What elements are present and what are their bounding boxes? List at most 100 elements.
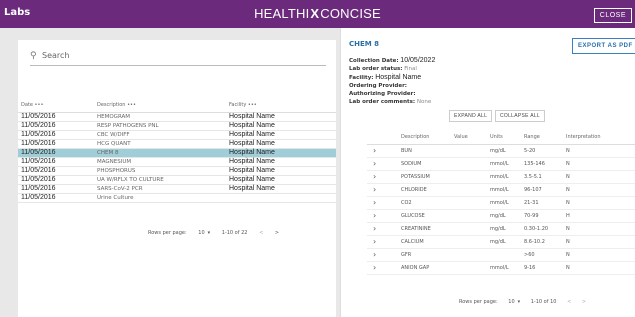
table-row[interactable]: 11/05/2016 SARS-CoV-2 PCR Hospital Name: [18, 184, 336, 194]
labs-list-card: ⚲ Date ••• Description ••• Facility ••• …: [18, 40, 336, 317]
expand-chevron-icon[interactable]: ›: [367, 222, 401, 236]
result-value-cell: [454, 144, 490, 158]
lab-date-cell: 11/05/2016: [18, 148, 94, 158]
result-description-cell: GLUCOSE: [401, 209, 454, 223]
search-icon: ⚲: [30, 51, 37, 61]
result-row[interactable]: › BUN mg/dL 5-20 N: [367, 144, 635, 158]
table-row[interactable]: 11/05/2016 CHEM 8 Hospital Name: [18, 148, 336, 158]
result-description-cell: POTASSIUM: [401, 170, 454, 184]
lab-facility-cell: Hospital Name: [226, 112, 336, 122]
result-row[interactable]: › POTASSIUM mmol/L 3.5-5.1 N: [367, 170, 635, 184]
lab-facility-cell: Hospital Name: [226, 121, 336, 131]
result-description-cell: CREATININE: [401, 222, 454, 236]
export-pdf-button[interactable]: EXPORT AS PDF: [572, 38, 635, 54]
result-value-cell: [454, 196, 490, 210]
table-row[interactable]: 11/05/2016 HEMOGRAM Hospital Name: [18, 112, 336, 122]
expand-all-button[interactable]: EXPAND ALL: [449, 110, 493, 122]
close-button[interactable]: CLOSE: [593, 8, 632, 23]
table-row[interactable]: 11/05/2016 CBC W/DIFF Hospital Name: [18, 130, 336, 140]
result-units-cell: mmol/L: [490, 170, 524, 184]
result-interpretation-cell: N: [566, 222, 635, 236]
result-value-cell: [454, 261, 490, 275]
table-row[interactable]: 11/05/2016 MAGNESIUM Hospital Name: [18, 157, 336, 167]
result-range-cell: 9-16: [524, 261, 566, 275]
search-input[interactable]: [42, 51, 312, 60]
next-page-button[interactable]: >: [275, 230, 279, 236]
rows-per-page-label: Rows per page:: [148, 230, 187, 236]
lab-date-cell: 11/05/2016: [18, 139, 94, 149]
table-row[interactable]: 11/05/2016 PHOSPHORUS Hospital Name: [18, 166, 336, 176]
rows-per-page-select[interactable]: 10 ▾: [198, 230, 210, 236]
result-range-cell: 3.5-5.1: [524, 170, 566, 184]
lab-date-cell: 11/05/2016: [18, 130, 94, 140]
next-page-button[interactable]: >: [582, 299, 586, 305]
result-units-cell: [490, 248, 524, 262]
table-row[interactable]: 11/05/2016 HCG QUANT Hospital Name: [18, 139, 336, 149]
rows-per-page-label: Rows per page:: [459, 299, 498, 305]
result-description-cell: CO2: [401, 196, 454, 210]
result-units-cell: mmol/L: [490, 183, 524, 197]
expand-chevron-icon[interactable]: ›: [367, 235, 401, 249]
result-description-cell: GFR: [401, 248, 454, 262]
date-column-header[interactable]: Date •••: [18, 98, 94, 113]
table-row[interactable]: 11/05/2016 UA W/RFLX TO CULTURE Hospital N…: [18, 175, 336, 185]
prev-page-button[interactable]: <: [567, 299, 571, 305]
expand-chevron-icon[interactable]: ›: [367, 144, 401, 158]
expand-chevron-icon[interactable]: ›: [367, 261, 401, 275]
rows-per-page-select[interactable]: 10 ▾: [508, 299, 520, 305]
lab-order-comments: Lab order comments: None: [349, 99, 432, 105]
expand-chevron-icon[interactable]: ›: [367, 183, 401, 197]
lab-facility-cell: Hospital Name: [226, 139, 336, 149]
result-row[interactable]: › ANION GAP mmol/L 9-16 N: [367, 261, 635, 275]
brand-mark: X: [310, 6, 320, 21]
result-interpretation-cell: N: [566, 183, 635, 197]
top-bar: Labs HEALTHIXCONCISE CLOSE: [0, 0, 635, 28]
expand-chevron-icon[interactable]: ›: [367, 157, 401, 171]
lab-facility-cell: Hospital Name: [226, 130, 336, 140]
lab-facility-cell: Hospital Name: [226, 148, 336, 158]
expand-chevron-icon[interactable]: ›: [367, 209, 401, 223]
expand-column-header: [367, 130, 401, 145]
expand-chevron-icon[interactable]: ›: [367, 248, 401, 262]
lab-date-cell: 11/05/2016: [18, 166, 94, 176]
result-range-cell: 135-146: [524, 157, 566, 171]
lab-facility-cell: Hospital Name: [226, 157, 336, 167]
lab-date-cell: 11/05/2016: [18, 157, 94, 167]
table-row[interactable]: 11/05/2016 RESP PATHOGENS PNL Hospital Nam…: [18, 121, 336, 131]
result-row[interactable]: › CREATININE mg/dL 0.30-1.20 N: [367, 222, 635, 236]
table-row[interactable]: 11/05/2016 Urine Culture: [18, 193, 336, 203]
lab-date-cell: 11/05/2016: [18, 184, 94, 194]
lab-description-cell: PHOSPHORUS: [94, 166, 226, 176]
result-row[interactable]: › GLUCOSE mg/dL 70-99 H: [367, 209, 635, 223]
facility-info: Facility: Hospital Name: [349, 74, 422, 81]
result-row[interactable]: › GFR >60 N: [367, 248, 635, 262]
lab-description-cell: Urine Culture: [94, 193, 226, 203]
result-units-cell: mg/dL: [490, 222, 524, 236]
result-row[interactable]: › CHLORIDE mmol/L 96-107 N: [367, 183, 635, 197]
collapse-all-button[interactable]: COLLAPSE ALL: [495, 110, 546, 122]
facility-column-header[interactable]: Facility •••: [226, 98, 336, 113]
result-description-cell: BUN: [401, 144, 454, 158]
result-value-header: Value: [454, 130, 490, 145]
result-row[interactable]: › CALCIUM mg/dL 8.6-10.2 N: [367, 235, 635, 249]
result-interpretation-cell: N: [566, 196, 635, 210]
result-value-cell: [454, 183, 490, 197]
result-description-cell: CHLORIDE: [401, 183, 454, 197]
expand-chevron-icon[interactable]: ›: [367, 196, 401, 210]
lab-description-cell: UA W/RFLX TO CULTURE: [94, 175, 226, 185]
result-units-cell: mmol/L: [490, 196, 524, 210]
result-value-cell: [454, 157, 490, 171]
result-range-cell: 5-20: [524, 144, 566, 158]
expand-chevron-icon[interactable]: ›: [367, 170, 401, 184]
result-row[interactable]: › SODIUM mmol/L 135-146 N: [367, 157, 635, 171]
description-column-header[interactable]: Description •••: [94, 98, 226, 113]
result-units-cell: mg/dL: [490, 209, 524, 223]
authorizing-provider: Authorizing Provider:: [349, 91, 416, 97]
lab-date-cell: 11/05/2016: [18, 193, 94, 203]
result-interpretation-cell: N: [566, 157, 635, 171]
result-row[interactable]: › CO2 mmol/L 21-31 N: [367, 196, 635, 210]
prev-page-button[interactable]: <: [259, 230, 263, 236]
result-value-cell: [454, 170, 490, 184]
result-range-cell: 8.6-10.2: [524, 235, 566, 249]
brand-logo: HEALTHIXCONCISE: [0, 6, 635, 21]
